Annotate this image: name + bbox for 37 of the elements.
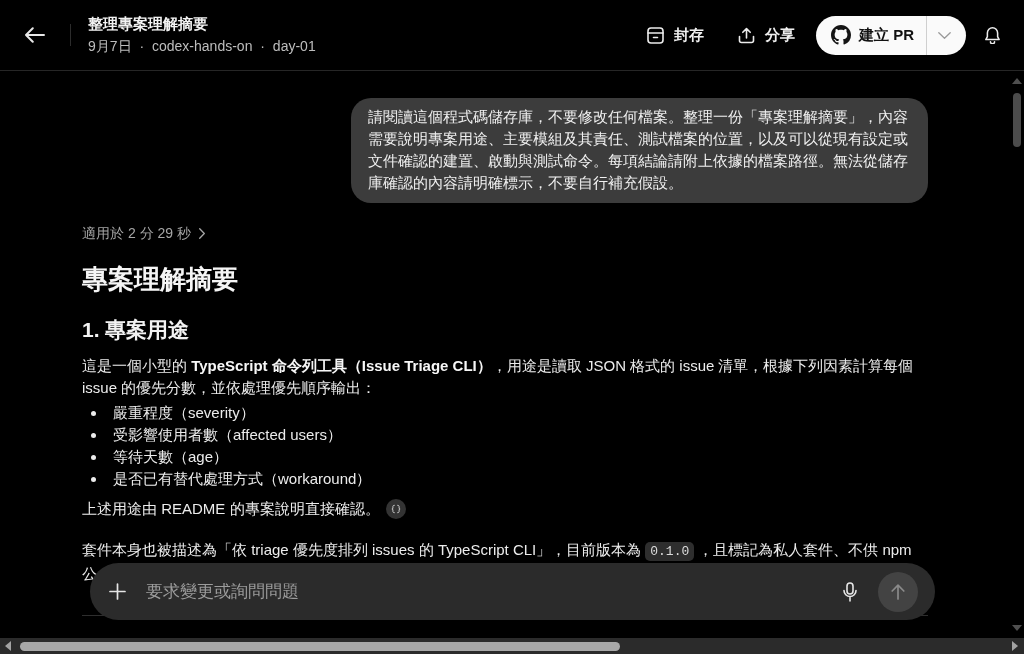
dropdown-button[interactable] <box>926 15 966 55</box>
triangle-down-icon[interactable] <box>1012 625 1022 631</box>
bell-icon[interactable] <box>985 26 1000 44</box>
list-item-text: 是否已有替代處理方式（workaround） <box>113 469 372 489</box>
bullet-icon <box>91 454 96 460</box>
arrow-up-icon <box>891 583 905 600</box>
back-icon[interactable] <box>25 27 45 43</box>
chevron-down-icon <box>938 31 951 39</box>
scrollbar-thumb[interactable] <box>1013 93 1021 147</box>
message-bubble: 請閱讀這個程式碼儲存庫，不要修改任何檔案。整理一份「專案理解摘要」，內容 需要說明專案用途、主要模組及其責任、測試檔案的位置，以及可以從現有設定或 文件確認的建置、啟動與測試命令。每項結論請附上依據的檔案路徑。無法從儲存 庫確認的內容請明確標示，不要自行補充假設。 <box>351 98 928 203</box>
list-item-text: 嚴重程度（severity） <box>113 403 255 423</box>
triangle-left-icon[interactable] <box>5 641 11 651</box>
bullet-icon <box>91 476 96 482</box>
list-item-text: 等待天數（age） <box>113 447 229 467</box>
triangle-right-icon[interactable] <box>1012 641 1018 651</box>
elapsed-time-toggle[interactable]: 適用於 2 分 29 秒 <box>82 223 205 243</box>
share-button[interactable]: 分享 <box>738 25 795 45</box>
message-input[interactable]: 要求變更或詢問問題 <box>146 577 822 606</box>
conversation-title: 整理專案理解摘要 <box>88 14 209 34</box>
triangle-up-icon[interactable] <box>1012 78 1022 84</box>
section-heading: 1. 專案用途 <box>82 317 190 343</box>
bullet-icon <box>91 410 96 416</box>
mic-icon[interactable] <box>843 581 857 602</box>
bullet-icon <box>91 432 96 438</box>
braces-icon[interactable] <box>385 499 406 519</box>
summary-heading: 專案理解摘要 <box>82 263 238 295</box>
archive-button[interactable]: 封存 <box>647 25 704 45</box>
body-text: 這是一個小型的 TypeScript 命令列工具（Issue Triage CLI），用途是讀取 JSON 格式的 issue 清單，根據下列因素計算每個 issue 的優先分數，並依處理優先順序輸出： <box>82 356 914 398</box>
share-icon <box>738 26 755 44</box>
plus-icon[interactable] <box>109 583 126 600</box>
archive-icon <box>647 26 664 44</box>
create-pr-button[interactable]: 建立 PR <box>816 15 926 55</box>
scrollbar-thumb[interactable] <box>20 641 620 651</box>
conversation-meta: 9月7日 · codex-hands-on · day-01 <box>88 37 316 56</box>
body-text: 上述用途由 README 的專案說明直接確認。 <box>82 499 380 519</box>
list-item-text: 受影響使用者數（affected users） <box>113 425 342 445</box>
github-icon <box>831 25 851 45</box>
